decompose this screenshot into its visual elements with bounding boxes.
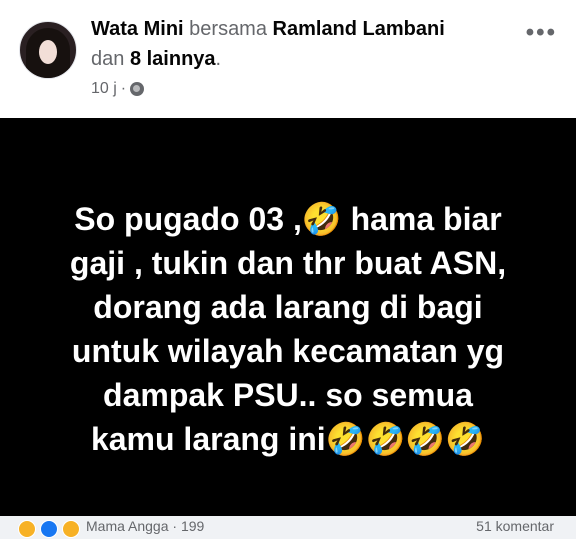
post-text: So pugado 03 ,🤣 hama biar gaji , tukin d… xyxy=(28,197,548,461)
post-background: So pugado 03 ,🤣 hama biar gaji , tukin d… xyxy=(0,118,576,516)
haha-icon xyxy=(62,520,80,538)
post-line-5: dampak PSU.. so semua xyxy=(103,377,473,413)
with-text: bersama xyxy=(189,18,267,40)
author-name[interactable]: Wata Mini xyxy=(91,18,184,40)
period-text: . xyxy=(215,48,222,70)
like-icon xyxy=(40,520,58,538)
tagged-user[interactable]: Ramland Lambani xyxy=(273,18,445,40)
post-header: Wata Mini bersama Ramland Lambani dan 8 … xyxy=(0,0,576,118)
post-line-1: So pugado 03 ,🤣 hama biar xyxy=(74,201,502,237)
globe-icon xyxy=(130,82,145,96)
others-link[interactable]: 8 lainnya xyxy=(130,48,216,70)
and-text: dan xyxy=(91,48,125,70)
post-time[interactable]: 10 j xyxy=(91,80,117,98)
haha-icon xyxy=(18,520,36,538)
post-meta: 10 j · xyxy=(91,80,145,98)
post-attribution: Wata Mini bersama Ramland Lambani xyxy=(91,18,445,41)
more-options-icon[interactable]: ••• xyxy=(526,19,557,47)
avatar[interactable] xyxy=(19,21,77,79)
post-footer: Mama Angga · 199 51 komentar xyxy=(0,516,576,539)
post-line-3: dorang ada larang di bagi xyxy=(93,289,483,325)
reaction-icons[interactable] xyxy=(18,520,80,538)
post-line-4: untuk wilayah kecamatan yg xyxy=(71,333,505,369)
post-line-2: gaji , tukin dan thr buat ASN, xyxy=(69,245,507,281)
meta-separator: · xyxy=(120,80,127,97)
reaction-count[interactable]: Mama Angga · 199 xyxy=(86,518,204,534)
post-line-6: kamu larang ini🤣🤣🤣🤣 xyxy=(90,421,486,457)
comment-count[interactable]: 51 komentar xyxy=(476,518,554,534)
post-attribution-continued: dan 8 lainnya. xyxy=(91,48,221,71)
